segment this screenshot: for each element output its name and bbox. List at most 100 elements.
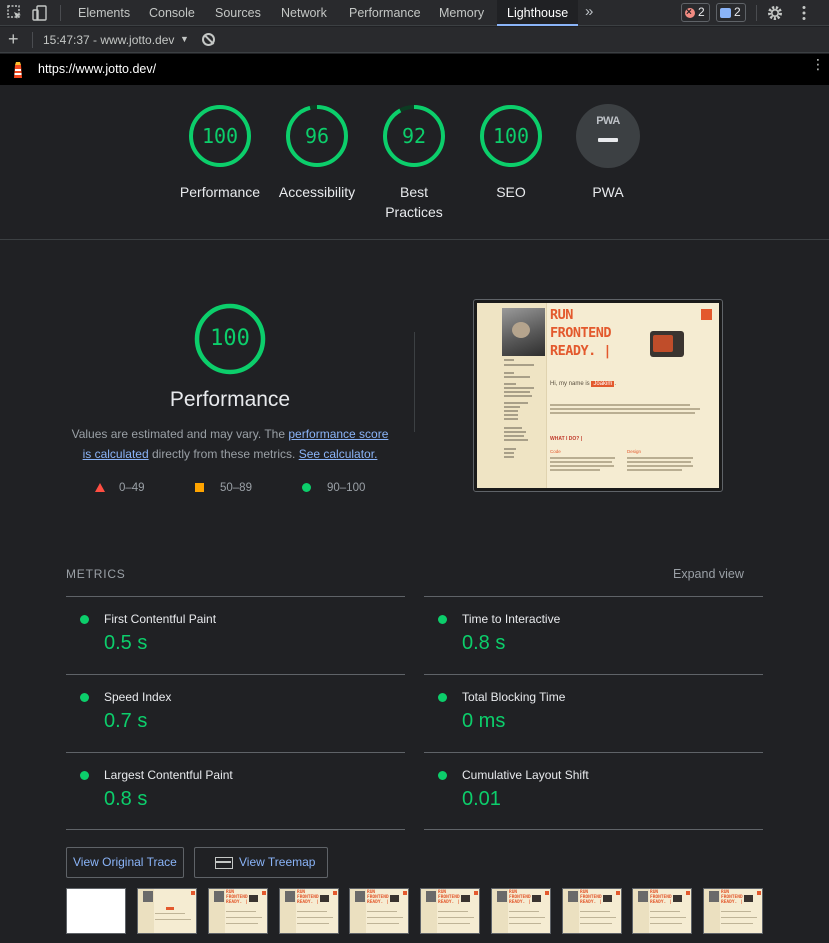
pass-circle-icon <box>302 483 311 492</box>
devtools-tab-bar: Elements Console Sources Network Perform… <box>0 0 829 26</box>
section-divider <box>0 239 829 240</box>
clear-reports-icon[interactable] <box>202 33 215 46</box>
filmstrip-headline: RUN FRONTEND READY. | <box>297 890 319 905</box>
screenshot-what-heading: WHAT I DO? | <box>550 436 583 442</box>
toolbar-divider <box>60 5 61 21</box>
score-value: 92 <box>401 124 427 148</box>
desc-text: directly from these metrics. <box>148 447 299 461</box>
report-menu-icon[interactable]: ⋮ <box>811 57 825 71</box>
filmstrip-frame: RUN FRONTEND READY. | <box>703 888 763 934</box>
pass-circle-icon <box>438 771 447 780</box>
view-original-trace-button[interactable]: View Original Trace <box>66 847 184 878</box>
toolbar-divider <box>32 32 33 48</box>
screenshot-intro: Hi, my name is Joakim. <box>550 381 617 387</box>
score-gauge-performance[interactable]: 100 Performance <box>170 104 270 202</box>
metric-cls: Cumulative Layout Shift 0.01 <box>424 752 763 830</box>
metric-value: 0.8 s <box>462 632 506 654</box>
score-gauge-seo[interactable]: 100 SEO <box>461 104 561 202</box>
tab-console[interactable]: Console <box>149 0 195 26</box>
report-url-bar: https://www.jotto.dev/ ⋮ <box>0 54 829 85</box>
metric-value: 0 ms <box>462 710 506 732</box>
tab-network[interactable]: Network <box>281 0 327 26</box>
tab-elements[interactable]: Elements <box>78 0 130 26</box>
metric-value: 0.01 <box>462 788 501 810</box>
inspect-element-icon[interactable] <box>6 4 24 22</box>
final-screenshot[interactable]: RUN FRONTEND READY. | Hi, my name is Joa… <box>473 299 723 492</box>
filmstrip-frame: RUN FRONTEND READY. | <box>208 888 268 934</box>
message-count: 2 <box>734 5 741 19</box>
tab-sources[interactable]: Sources <box>215 0 261 26</box>
score-gauge-best-practices[interactable]: 92 Best Practices <box>364 104 464 222</box>
error-count-badge[interactable]: 2 <box>681 3 710 22</box>
view-treemap-label: View Treemap <box>239 855 316 869</box>
pass-circle-icon <box>80 693 89 702</box>
legend-pass: 90–100 <box>327 482 366 494</box>
tab-lighthouse[interactable]: Lighthouse <box>497 0 579 26</box>
message-count-badge[interactable]: 2 <box>716 3 746 22</box>
metric-fcp: First Contentful Paint 0.5 s <box>66 596 405 674</box>
screenshot-code-heading: Code <box>550 449 561 454</box>
filmstrip-headline: RUN FRONTEND READY. | <box>580 890 602 905</box>
screenshot-page: RUN FRONTEND READY. | Hi, my name is Joa… <box>477 303 719 488</box>
score-gauge-pwa[interactable]: PWA PWA <box>558 104 658 202</box>
metrics-divider <box>66 829 405 830</box>
view-treemap-button[interactable]: View Treemap <box>194 847 328 878</box>
screenshot-sidebar <box>477 303 547 488</box>
score-value: 100 <box>201 124 239 148</box>
filmstrip-headline: RUN FRONTEND READY. | <box>438 890 460 905</box>
message-icon <box>720 7 731 18</box>
score-label: SEO <box>496 184 526 200</box>
performance-score-value: 100 <box>210 326 250 351</box>
score-label: Performance <box>179 184 261 200</box>
filmstrip-headline: RUN FRONTEND READY. | <box>650 890 672 905</box>
filmstrip-frame <box>137 888 197 934</box>
score-label: Best Practices <box>385 184 443 220</box>
legend-average: 50–89 <box>220 482 252 494</box>
metric-name: Cumulative Layout Shift <box>462 768 589 782</box>
pass-circle-icon <box>438 615 447 624</box>
performance-description: Values are estimated and may vary. The p… <box>66 424 394 464</box>
device-toolbar-icon[interactable] <box>31 4 49 22</box>
score-gauge-accessibility[interactable]: 96 Accessibility <box>267 104 367 202</box>
pwa-dash-icon <box>598 138 618 142</box>
desc-text: Values are estimated and may vary. The <box>71 427 289 441</box>
score-value: 96 <box>304 124 330 148</box>
score-label: PWA <box>592 184 624 200</box>
legend-fail: 0–49 <box>119 482 145 494</box>
metric-value: 0.8 s <box>104 788 148 810</box>
report-selector[interactable]: 15:47:37 - www.jotto.dev <box>43 27 174 53</box>
see-calculator-link[interactable]: See calculator. <box>299 447 378 461</box>
lighthouse-logo-icon <box>14 62 22 78</box>
filmstrip-headline: RUN FRONTEND READY. | <box>367 890 389 905</box>
filmstrip-frame <box>66 888 126 934</box>
tab-performance[interactable]: Performance <box>349 0 421 26</box>
expand-view-toggle[interactable]: Expand view <box>673 567 744 581</box>
filmstrip-frame: RUN FRONTEND READY. | <box>562 888 622 934</box>
metric-name: First Contentful Paint <box>104 612 217 626</box>
settings-gear-icon[interactable] <box>766 4 784 22</box>
metric-name: Speed Index <box>104 690 172 704</box>
filmstrip-frame: RUN FRONTEND READY. | <box>491 888 551 934</box>
error-icon <box>685 4 695 21</box>
filmstrip-frame: RUN FRONTEND READY. | <box>420 888 480 934</box>
more-tabs-icon[interactable]: » <box>585 0 593 26</box>
metric-value: 0.7 s <box>104 710 148 732</box>
customize-menu-icon[interactable] <box>795 4 813 22</box>
metric-name: Largest Contentful Paint <box>104 768 233 782</box>
metrics-heading: METRICS <box>66 567 126 581</box>
tab-memory[interactable]: Memory <box>439 0 484 26</box>
chevron-down-icon[interactable]: ▼ <box>180 27 189 51</box>
treemap-icon <box>215 857 233 869</box>
metric-tbt: Total Blocking Time 0 ms <box>424 674 763 752</box>
score-value: 100 <box>492 124 530 148</box>
fail-triangle-icon <box>95 483 105 492</box>
filmstrip-frame: RUN FRONTEND READY. | <box>632 888 692 934</box>
toolbar-divider <box>756 5 757 21</box>
pwa-badge-icon: PWA <box>576 104 640 168</box>
new-report-plus-icon[interactable]: + <box>8 29 19 49</box>
filmstrip-headline: RUN FRONTEND READY. | <box>509 890 531 905</box>
pwa-badge-text: PWA <box>596 115 620 127</box>
screenshot-design-heading: Design <box>627 449 642 454</box>
metric-tti: Time to Interactive 0.8 s <box>424 596 763 674</box>
avatar <box>502 308 545 356</box>
